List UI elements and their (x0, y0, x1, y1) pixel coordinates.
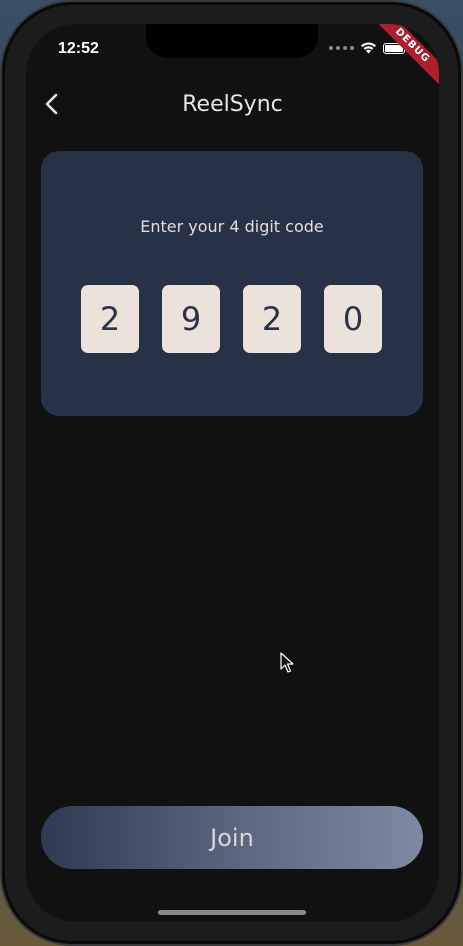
app-screen: 12:52 DEBUG ReelSync Enter your 4 digit … (26, 24, 439, 922)
code-digit-3[interactable]: 2 (243, 285, 301, 353)
cellular-dots-icon (329, 46, 354, 50)
join-button[interactable]: Join (41, 806, 423, 869)
code-digit-1[interactable]: 2 (81, 285, 139, 353)
code-prompt-label: Enter your 4 digit code (140, 217, 324, 236)
home-indicator[interactable] (158, 910, 306, 915)
phone-frame: 12:52 DEBUG ReelSync Enter your 4 digit … (2, 2, 461, 944)
code-digit-2[interactable]: 9 (162, 285, 220, 353)
code-input-row: 2 9 2 0 (81, 285, 382, 353)
notch (146, 24, 318, 58)
page-title: ReelSync (182, 92, 283, 117)
mouse-pointer-icon (280, 652, 294, 678)
status-time: 12:52 (58, 40, 99, 57)
code-digit-4[interactable]: 0 (324, 285, 382, 353)
app-bar: ReelSync (26, 86, 439, 126)
code-card: Enter your 4 digit code 2 9 2 0 (41, 151, 423, 416)
wifi-icon (360, 42, 377, 54)
debug-banner: DEBUG (367, 24, 439, 91)
status-icons (329, 42, 405, 54)
